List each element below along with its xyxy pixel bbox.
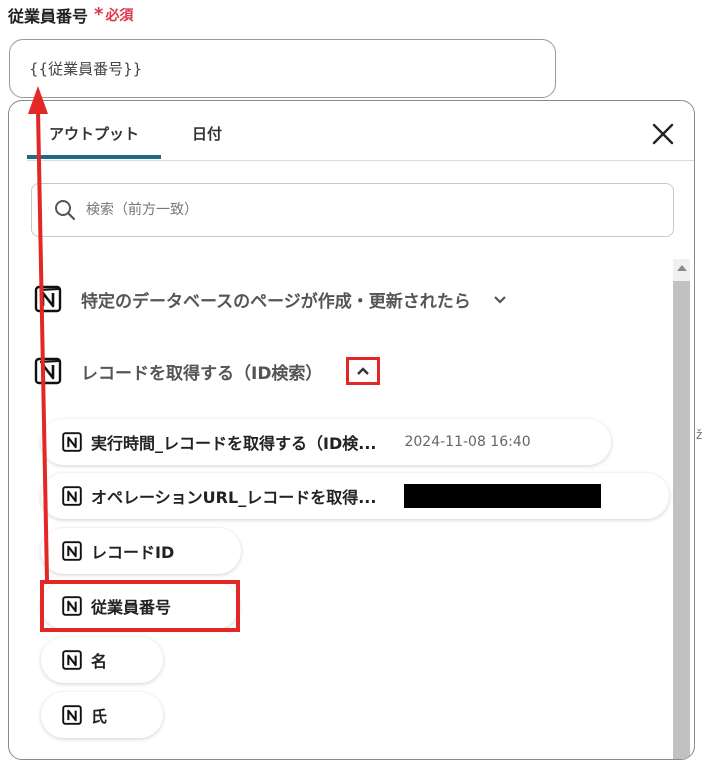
list-item[interactable]: オペレーションURL_レコードを取得... xyxy=(41,473,669,519)
stray-char: ž xyxy=(696,428,703,442)
scrollbar-thumb[interactable] xyxy=(673,281,690,759)
list-item-label: オペレーションURL_レコードを取得... xyxy=(91,488,377,507)
scrollbar[interactable] xyxy=(673,259,690,759)
section-title: レコードを取得する（ID検索） xyxy=(81,363,323,384)
list-item-label: 名 xyxy=(91,652,108,671)
section-title: 特定のデータベースのページが作成・更新されたら xyxy=(81,291,471,312)
list-item[interactable]: レコードID xyxy=(41,528,241,574)
tab-date[interactable]: 日付 xyxy=(192,123,222,144)
required-text: 必須 xyxy=(105,8,134,24)
notion-icon xyxy=(62,650,82,670)
list-item-meta: 2024-11-08 16:40 xyxy=(404,434,531,450)
annotation-highlight-box xyxy=(40,580,240,632)
notion-icon xyxy=(62,486,82,506)
chevron-up-icon[interactable] xyxy=(346,357,381,385)
search-input[interactable] xyxy=(84,201,648,219)
output-selector-panel: アウトプット 日付 特定のデータベースのページが作成・更新されたら xyxy=(8,100,695,760)
section-get-record[interactable]: レコードを取得する（ID検索） xyxy=(33,356,381,386)
field-label: 従業員番号 * 必須 xyxy=(8,3,133,27)
required-asterisk: * xyxy=(94,4,104,25)
required-indicator: * 必須 xyxy=(94,5,133,25)
notion-icon xyxy=(62,705,82,725)
employee-number-input[interactable]: {{従業員番号}} xyxy=(9,39,556,98)
list-item[interactable]: 実行時間_レコードを取得する（ID検... 2024-11-08 16:40 xyxy=(41,419,611,465)
tab-divider xyxy=(27,160,694,161)
employee-number-input-value: {{従業員番号}} xyxy=(29,60,143,78)
notion-icon xyxy=(34,357,62,385)
list-item-label: 実行時間_レコードを取得する（ID検... xyxy=(91,434,377,453)
list-item-label: 氏 xyxy=(91,707,108,726)
close-icon[interactable] xyxy=(650,121,676,147)
tab-bar: アウトプット 日付 xyxy=(9,101,694,161)
notion-icon xyxy=(62,432,82,452)
list-item-label: レコードID xyxy=(91,543,175,562)
notion-icon xyxy=(62,541,82,561)
notion-icon xyxy=(34,285,62,313)
search-box xyxy=(31,183,674,237)
tab-output[interactable]: アウトプット xyxy=(26,123,162,159)
field-label-text: 従業員番号 xyxy=(8,7,89,26)
list-item[interactable]: 氏 xyxy=(41,692,163,738)
list-item[interactable]: 名 xyxy=(41,637,163,683)
redacted-value xyxy=(404,484,602,508)
scroll-up-arrow-icon[interactable] xyxy=(677,265,687,271)
chevron-down-icon[interactable] xyxy=(489,288,511,310)
section-database-trigger[interactable]: 特定のデータベースのページが作成・更新されたら xyxy=(33,284,511,314)
search-icon xyxy=(55,200,76,221)
